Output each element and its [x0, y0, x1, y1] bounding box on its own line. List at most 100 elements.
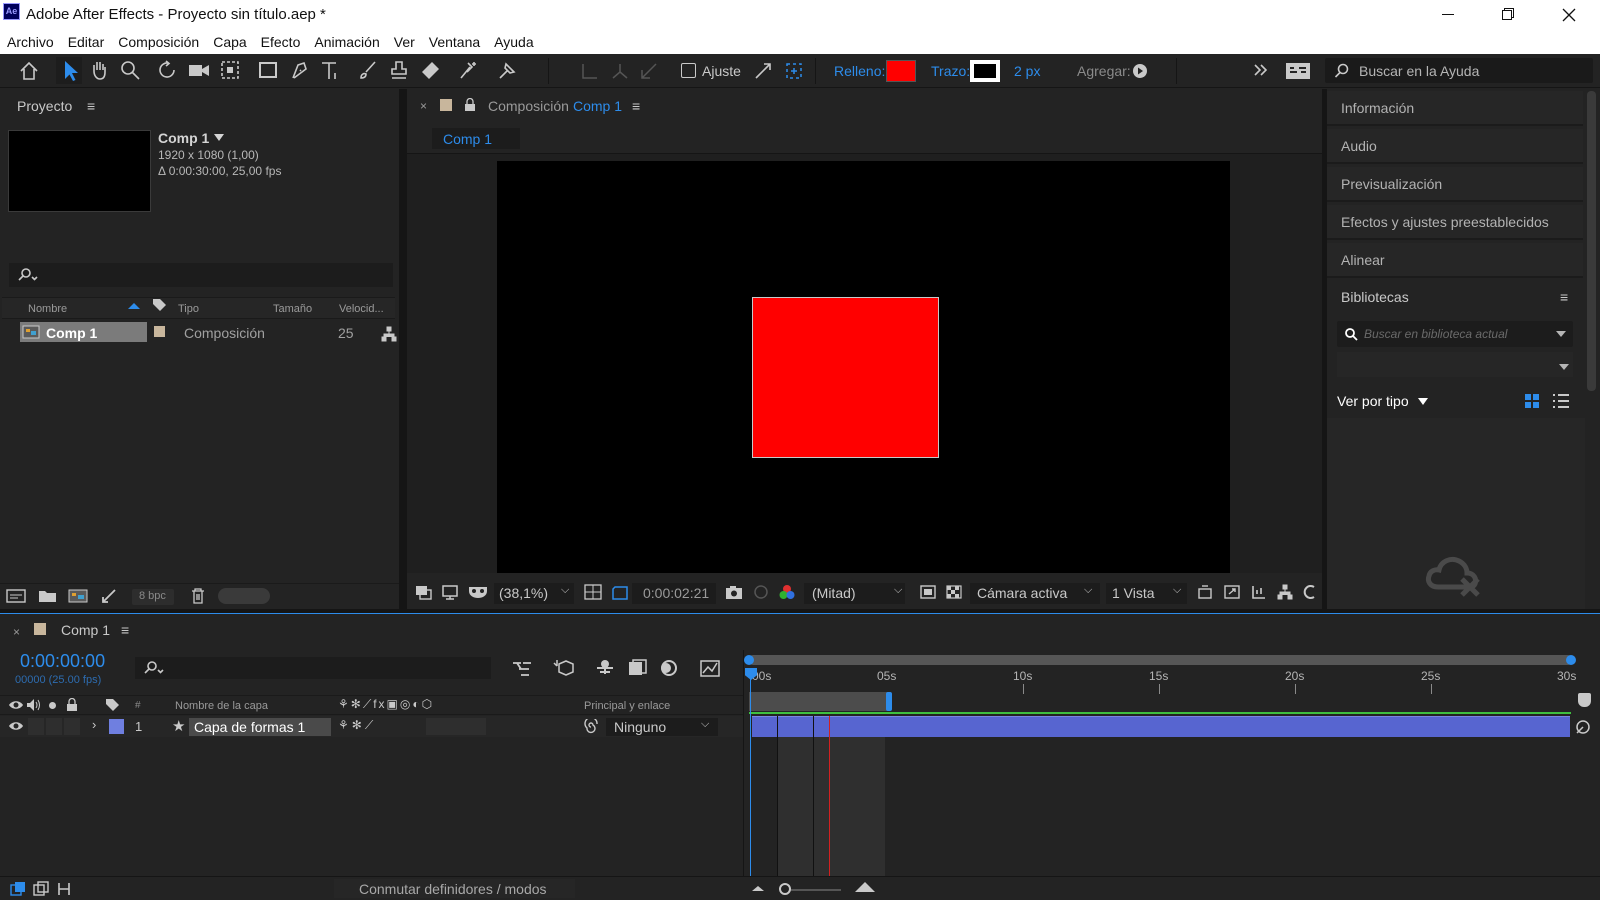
- preview-range-end-handle[interactable]: [886, 692, 892, 711]
- project-row-name[interactable]: Comp 1: [46, 325, 97, 341]
- rectangle-tool-icon[interactable]: [257, 59, 279, 81]
- motion-blur-icon[interactable]: [658, 658, 680, 678]
- solo-icon[interactable]: [49, 702, 56, 709]
- stroke-label[interactable]: Trazo:: [931, 63, 970, 79]
- menu-ayuda[interactable]: Ayuda: [487, 30, 540, 54]
- panel-audio[interactable]: Audio: [1327, 129, 1583, 164]
- text-tool-icon[interactable]: [319, 59, 341, 81]
- layer-name-column-header[interactable]: Nombre de la capa: [175, 700, 268, 712]
- show-snapshot-icon[interactable]: [752, 584, 770, 600]
- parent-value[interactable]: Ninguno: [614, 719, 666, 735]
- roto-brush-tool-icon[interactable]: [458, 59, 482, 81]
- adjust-settings-icon[interactable]: [100, 587, 120, 605]
- preview-always-icon[interactable]: [414, 583, 434, 601]
- panel-menu-icon[interactable]: ≡: [87, 98, 95, 114]
- col-header-type[interactable]: Tipo: [178, 303, 199, 315]
- eye-icon[interactable]: [8, 698, 24, 712]
- grid-view-icon[interactable]: [1524, 393, 1540, 409]
- view-by-dropdown-icon[interactable]: [1418, 398, 1428, 405]
- layer-visibility-eye-icon[interactable]: [8, 719, 24, 733]
- color-channels-icon[interactable]: [777, 583, 797, 601]
- menu-editar[interactable]: Editar: [61, 30, 112, 54]
- panel-preview[interactable]: Previsualización: [1327, 167, 1583, 202]
- axis-world-icon[interactable]: [609, 60, 631, 82]
- toggle-switches-modes[interactable]: Conmutar definidores / modos: [359, 881, 547, 897]
- panel-align[interactable]: Alinear: [1327, 243, 1583, 278]
- bpc-badge[interactable]: 8 bpc: [139, 590, 166, 602]
- timeline-zoom-slider-track[interactable]: [786, 889, 841, 891]
- safe-margins-icon[interactable]: [583, 583, 603, 601]
- layer-switch-boxes[interactable]: [426, 718, 486, 735]
- close-comp-panel-icon[interactable]: ×: [420, 99, 427, 113]
- list-view-icon[interactable]: [1552, 393, 1570, 409]
- hand-tool-icon[interactable]: [88, 59, 110, 81]
- playhead-line[interactable]: [750, 676, 751, 876]
- chevron-down-icon[interactable]: ⌵: [1084, 584, 1092, 597]
- fill-swatch[interactable]: [886, 60, 916, 82]
- stroke-swatch[interactable]: [970, 60, 1000, 82]
- zoom-in-mountain-icon[interactable]: [855, 882, 875, 892]
- region-of-interest-icon[interactable]: [611, 583, 631, 601]
- interpret-footage-icon[interactable]: [6, 587, 28, 605]
- expand-toolbar-icon[interactable]: [1251, 61, 1269, 79]
- extra-options-icon[interactable]: [1302, 584, 1318, 600]
- timeline-menu-icon[interactable]: ≡: [121, 622, 129, 638]
- pan-behind-tool-icon[interactable]: [219, 59, 241, 81]
- workspace-icon[interactable]: [1285, 60, 1311, 82]
- col-header-name[interactable]: Nombre: [28, 303, 67, 315]
- item-dropdown-icon[interactable]: [214, 134, 224, 141]
- frame-blending-icon[interactable]: [626, 658, 648, 678]
- toggle-pixel-aspect-icon[interactable]: [1196, 584, 1214, 600]
- graph-editor-icon[interactable]: [699, 658, 721, 678]
- layer-expand-chevron-icon[interactable]: ›: [92, 717, 96, 732]
- menu-capa[interactable]: Capa: [206, 30, 253, 54]
- speaker-icon[interactable]: [26, 698, 42, 712]
- layer-name[interactable]: Capa de formas 1: [194, 719, 305, 735]
- fill-label[interactable]: Relleno:: [834, 63, 885, 79]
- timeline-zoom-slider-thumb[interactable]: [779, 883, 791, 895]
- chevron-down-icon[interactable]: ⌵: [701, 718, 709, 731]
- camera-value[interactable]: Cámara activa: [977, 585, 1067, 601]
- comp-mini-flowchart-icon[interactable]: [511, 660, 533, 678]
- lock-icon[interactable]: [464, 98, 476, 112]
- fast-previews-icon[interactable]: [919, 584, 937, 600]
- pen-tool-icon[interactable]: [289, 59, 311, 81]
- transfer-controls-toggle-icon[interactable]: [33, 881, 49, 897]
- snap-options-icon[interactable]: [752, 60, 774, 82]
- axis-local-icon[interactable]: [579, 60, 601, 82]
- project-item-name[interactable]: Comp 1: [158, 130, 209, 146]
- views-value[interactable]: 1 Vista: [1112, 585, 1155, 601]
- red-rectangle-shape[interactable]: [752, 297, 939, 458]
- timeline-timecode[interactable]: 0:00:00:00: [20, 651, 105, 672]
- rotate-tool-icon[interactable]: [157, 59, 179, 81]
- chevron-down-icon[interactable]: ⌵: [561, 584, 569, 597]
- in-out-toggle-icon[interactable]: [56, 881, 72, 897]
- zoom-value[interactable]: (38,1%): [499, 585, 548, 601]
- clone-stamp-tool-icon[interactable]: [388, 59, 410, 81]
- layer-lock-box[interactable]: [64, 718, 80, 735]
- add-play-icon[interactable]: [1132, 63, 1148, 79]
- flowchart-icon[interactable]: [381, 326, 397, 342]
- library-select-dropdown-icon[interactable]: [1559, 364, 1569, 370]
- flowchart-view-icon[interactable]: [1276, 584, 1294, 600]
- resolution-value[interactable]: (Mitad): [812, 585, 856, 601]
- layer-audio-box[interactable]: [28, 718, 44, 735]
- snap-edges-icon[interactable]: [783, 60, 805, 82]
- work-area-end-handle[interactable]: [1566, 655, 1576, 665]
- reset-exposure-icon[interactable]: [1223, 584, 1241, 600]
- parent-column-header[interactable]: Principal y enlace: [584, 700, 670, 712]
- chevron-down-icon[interactable]: ⌵: [1173, 584, 1181, 597]
- comp-timecode[interactable]: 0:00:02:21: [643, 585, 709, 601]
- eraser-tool-icon[interactable]: [419, 59, 441, 81]
- puppet-tool-icon[interactable]: [496, 59, 518, 81]
- snap-checkbox[interactable]: [681, 63, 696, 78]
- view-by-type-label[interactable]: Ver por tipo: [1337, 393, 1409, 409]
- selection-tool-icon[interactable]: [60, 59, 80, 83]
- timeline-search-field[interactable]: [135, 657, 491, 679]
- library-search-dropdown-icon[interactable]: [1556, 331, 1566, 337]
- snapshot-camera-icon[interactable]: [724, 584, 744, 600]
- menu-ver[interactable]: Ver: [387, 30, 422, 54]
- monitor-icon[interactable]: [441, 583, 459, 601]
- col-header-speed[interactable]: Velocid...: [339, 303, 384, 315]
- menu-ventana[interactable]: Ventana: [422, 30, 487, 54]
